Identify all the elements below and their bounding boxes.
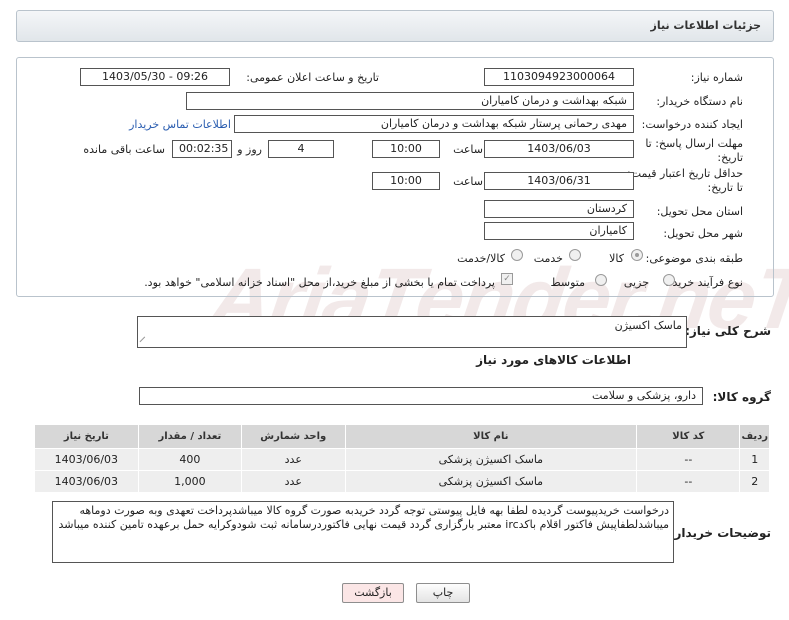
col-row: ردیف (739, 424, 770, 449)
summary-textarea[interactable]: ماسک اکسیژن (137, 316, 687, 348)
validity-date-field: 1403/06/31 (484, 172, 634, 190)
cell-unit: عدد (241, 448, 346, 471)
goods-section-title: اطلاعات کالاهای مورد نیاز (476, 353, 631, 367)
col-unit: واحد شمارش (241, 424, 346, 449)
treasury-payment-checkbox[interactable]: ✓ (501, 273, 513, 285)
col-code: کد کالا (636, 424, 741, 449)
reply-date-field: 1403/06/03 (484, 140, 634, 158)
cell-row: 2 (739, 470, 770, 493)
contact-info-link[interactable]: اطلاعات تماس خریدار (129, 118, 231, 131)
buyer-notes-text: درخواست خریدپیوست گردیده لطفا بهه فایل پ… (58, 504, 670, 531)
page-title: جزئیات اطلاعات نیاز (650, 19, 762, 32)
reply-time-label: ساعت (453, 143, 483, 156)
process-radio-minor[interactable] (663, 274, 675, 286)
days-label: روز و (237, 143, 262, 156)
city-label: شهر محل تحویل: (663, 227, 743, 240)
cell-row: 1 (739, 448, 770, 471)
buyer-org-field: شبکه بهداشت و درمان کامیاران (186, 92, 634, 110)
page-header: جزئیات اطلاعات نیاز (16, 10, 774, 42)
category-option-goods: کالا (609, 252, 624, 265)
table-header-row: ردیف کد کالا نام کالا واحد شمارش تعداد /… (34, 424, 770, 449)
cell-qty: 400 (137, 448, 243, 471)
days-field: 4 (268, 140, 334, 158)
cell-date: 1403/06/03 (34, 448, 139, 471)
category-option-goods-service: کالا/خدمت (457, 252, 505, 265)
process-option-medium: متوسط (550, 276, 585, 289)
goods-group-field: دارو، پزشکی و سلامت (139, 387, 703, 405)
category-label: طبقه بندی موضوعی: (645, 252, 743, 265)
cell-code: -- (636, 448, 741, 471)
buyer-notes-textarea[interactable]: درخواست خریدپیوست گردیده لطفا بهه فایل پ… (52, 501, 674, 563)
col-name: نام کالا (344, 424, 638, 449)
summary-label: شرح کلی نیاز: (685, 324, 771, 338)
category-radio-service[interactable] (569, 249, 581, 261)
validity-time-field: 10:00 (372, 172, 440, 190)
city-field: کامیاران (484, 222, 634, 240)
category-radio-goods[interactable] (631, 249, 643, 261)
back-button[interactable]: بازگشت (342, 583, 404, 603)
validity-time-label: ساعت (453, 175, 483, 188)
creator-label: ایجاد کننده درخواست: (641, 118, 743, 131)
cell-qty: 1,000 (137, 470, 243, 493)
remaining-time-field: 00:02:35 (172, 140, 232, 158)
process-option-minor: جزیی (623, 276, 649, 289)
process-radio-medium[interactable] (595, 274, 607, 286)
col-qty: تعداد / مقدار (137, 424, 243, 449)
province-field: کردستان (484, 200, 634, 218)
buyer-notes-label: توضیحات خریدار: (669, 526, 771, 540)
table-row: 2 -- ماسک اکسیژن پزشکی عدد 1,000 1403/06… (34, 470, 770, 493)
announce-label: تاریخ و ساعت اعلان عمومی: (246, 71, 379, 84)
goods-table: ردیف کد کالا نام کالا واحد شمارش تعداد /… (34, 424, 770, 493)
category-option-service: خدمت (533, 252, 563, 265)
price-validity-label: حداقل تاریخ اعتبار قیمت: تا تاریخ: (627, 167, 743, 194)
print-button[interactable]: چاپ (416, 583, 470, 603)
buyer-org-label: نام دستگاه خریدار: (656, 95, 743, 108)
announce-field: 1403/05/30 - 09:26 (80, 68, 230, 86)
cell-name: ماسک اکسیژن پزشکی (344, 470, 638, 493)
need-number-label: شماره نیاز: (690, 71, 743, 84)
resize-grip-icon (139, 336, 150, 347)
treasury-payment-note: پرداخت تمام یا بخشی از مبلغ خرید،از محل … (144, 276, 495, 289)
cell-name: ماسک اکسیژن پزشکی (344, 448, 638, 471)
cell-date: 1403/06/03 (34, 470, 139, 493)
remaining-label: ساعت باقی مانده (83, 143, 165, 156)
creator-field: مهدی رحمانی پرستار شبکه بهداشت و درمان ک… (234, 115, 634, 133)
table-row: 1 -- ماسک اکسیژن پزشکی عدد 400 1403/06/0… (34, 448, 770, 471)
process-label: نوع فرآیند خرید : (665, 276, 743, 289)
col-date: تاریخ نیاز (34, 424, 139, 449)
cell-code: -- (636, 470, 741, 493)
category-radio-goods-service[interactable] (511, 249, 523, 261)
reply-deadline-label: مهلت ارسال پاسخ: تا تاریخ: (645, 137, 743, 164)
need-number-field: 1103094923000064 (484, 68, 634, 86)
province-label: استان محل تحویل: (656, 205, 743, 218)
cell-unit: عدد (241, 470, 346, 493)
summary-text: ماسک اکسیژن (614, 319, 682, 332)
reply-time-field: 10:00 (372, 140, 440, 158)
goods-group-label: گروه کالا: (712, 390, 771, 404)
